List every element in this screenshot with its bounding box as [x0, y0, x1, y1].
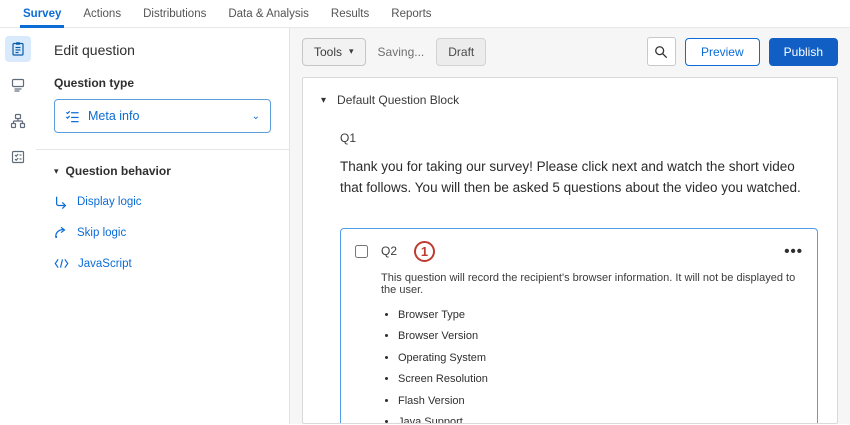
- search-button[interactable]: [647, 37, 676, 66]
- list-item: Browser Version: [398, 330, 803, 342]
- app-shell: Edit question Question type Meta info ⌄ …: [0, 28, 850, 424]
- question-behavior-title: Question behavior: [66, 164, 171, 178]
- edit-question-panel: Edit question Question type Meta info ⌄ …: [36, 28, 290, 424]
- saving-status: Saving...: [378, 45, 425, 59]
- annotation-marker-1: 1: [414, 241, 435, 262]
- list-item: Java Support: [398, 416, 803, 424]
- toolbar-right-group: Preview Publish: [647, 37, 838, 66]
- tab-results[interactable]: Results: [320, 0, 380, 28]
- caret-down-icon: ▾: [54, 166, 59, 177]
- question-text: Thank you for taking our survey! Please …: [340, 157, 819, 199]
- display-logic-icon: [54, 195, 68, 209]
- question-behavior-section-toggle[interactable]: ▾ Question behavior: [54, 164, 271, 178]
- javascript-label: JavaScript: [78, 258, 132, 270]
- question-q2-selected[interactable]: Q2 1 ••• This question will record the r…: [340, 228, 818, 424]
- survey-canvas: ▾ Default Question Block Q1 Thank you fo…: [302, 77, 838, 424]
- chevron-down-icon: ⌄: [252, 111, 260, 122]
- list-item: Screen Resolution: [398, 373, 803, 385]
- list-item: Browser Type: [398, 309, 803, 321]
- javascript-icon: [54, 257, 69, 270]
- question-type-label: Question type: [54, 76, 271, 90]
- question-q1[interactable]: Q1 Thank you for taking our survey! Plea…: [340, 131, 819, 199]
- look-and-feel-icon[interactable]: [5, 72, 31, 98]
- survey-options-icon[interactable]: [5, 144, 31, 170]
- tab-survey[interactable]: Survey: [12, 0, 72, 28]
- tab-distributions[interactable]: Distributions: [132, 0, 217, 28]
- more-options-icon[interactable]: •••: [784, 243, 803, 260]
- collapse-caret-icon[interactable]: ▾: [321, 95, 326, 106]
- panel-title: Edit question: [54, 42, 271, 58]
- meta-info-icon: [65, 109, 80, 124]
- tab-reports[interactable]: Reports: [380, 0, 442, 28]
- display-logic-link[interactable]: Display logic: [54, 195, 271, 209]
- survey-builder-icon[interactable]: [5, 36, 31, 62]
- meta-info-list: Browser Type Browser Version Operating S…: [398, 309, 803, 424]
- chevron-down-icon: ▾: [349, 46, 354, 57]
- block-title: Default Question Block: [337, 93, 459, 107]
- survey-editor-main: Tools ▾ Saving... Draft Preview Publish …: [290, 28, 850, 424]
- q2-header: Q2 1 •••: [355, 241, 803, 262]
- tab-actions[interactable]: Actions: [72, 0, 132, 28]
- tab-data-analysis[interactable]: Data & Analysis: [217, 0, 320, 28]
- skip-logic-link[interactable]: Skip logic: [54, 226, 271, 240]
- editor-toolbar: Tools ▾ Saving... Draft Preview Publish: [302, 37, 838, 66]
- display-logic-label: Display logic: [77, 196, 142, 208]
- tools-label: Tools: [314, 45, 342, 59]
- question-type-select[interactable]: Meta info ⌄: [54, 99, 271, 133]
- question-block-header: ▾ Default Question Block: [321, 93, 819, 107]
- publish-button[interactable]: Publish: [769, 38, 838, 66]
- question-checkbox[interactable]: [355, 245, 368, 258]
- javascript-link[interactable]: JavaScript: [54, 257, 271, 270]
- preview-button[interactable]: Preview: [685, 38, 760, 66]
- question-description: This question will record the recipient'…: [381, 272, 803, 296]
- list-item: Flash Version: [398, 395, 803, 407]
- draft-button[interactable]: Draft: [436, 38, 486, 66]
- skip-logic-icon: [54, 226, 68, 240]
- top-navigation: Survey Actions Distributions Data & Anal…: [0, 0, 850, 28]
- question-type-value: Meta info: [88, 109, 244, 123]
- tools-button[interactable]: Tools ▾: [302, 38, 366, 66]
- skip-logic-label: Skip logic: [77, 227, 126, 239]
- survey-flow-icon[interactable]: [5, 108, 31, 134]
- search-icon: [654, 45, 668, 59]
- question-id: Q2: [381, 244, 397, 258]
- question-id: Q1: [340, 131, 819, 145]
- list-item: Operating System: [398, 352, 803, 364]
- left-icon-rail: [0, 28, 36, 424]
- panel-divider: [36, 149, 289, 150]
